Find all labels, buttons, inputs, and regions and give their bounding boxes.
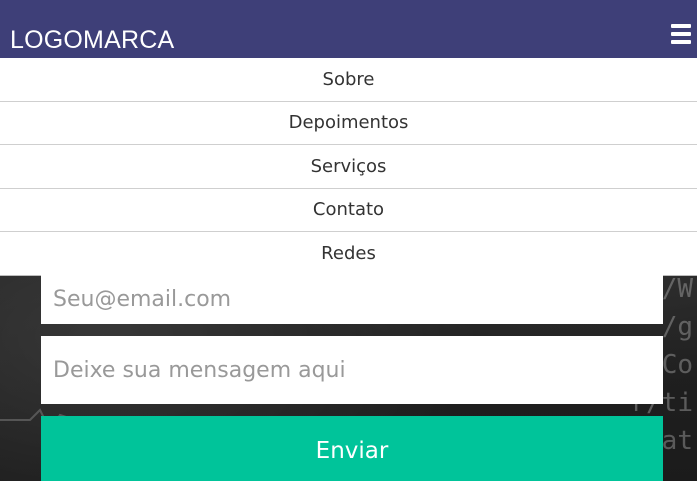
top-header: LOGOMARCA (0, 0, 697, 58)
nav-item-contato[interactable]: Contato (0, 189, 697, 232)
submit-button[interactable]: Enviar (41, 416, 663, 481)
nav-item-sobre[interactable]: Sobre (0, 58, 697, 102)
page: /W/gCor/tirat LOGOMARCA Sobre Depoimento… (0, 0, 697, 481)
dropdown-nav: Sobre Depoimentos Serviços Contato Redes (0, 58, 697, 276)
nav-item-redes[interactable]: Redes (0, 232, 697, 276)
message-input[interactable] (41, 336, 663, 404)
nav-item-servicos[interactable]: Serviços (0, 145, 697, 189)
hamburger-icon[interactable] (668, 21, 694, 47)
email-input[interactable] (41, 274, 663, 324)
nav-item-depoimentos[interactable]: Depoimentos (0, 102, 697, 145)
logo[interactable]: LOGOMARCA (10, 25, 174, 55)
